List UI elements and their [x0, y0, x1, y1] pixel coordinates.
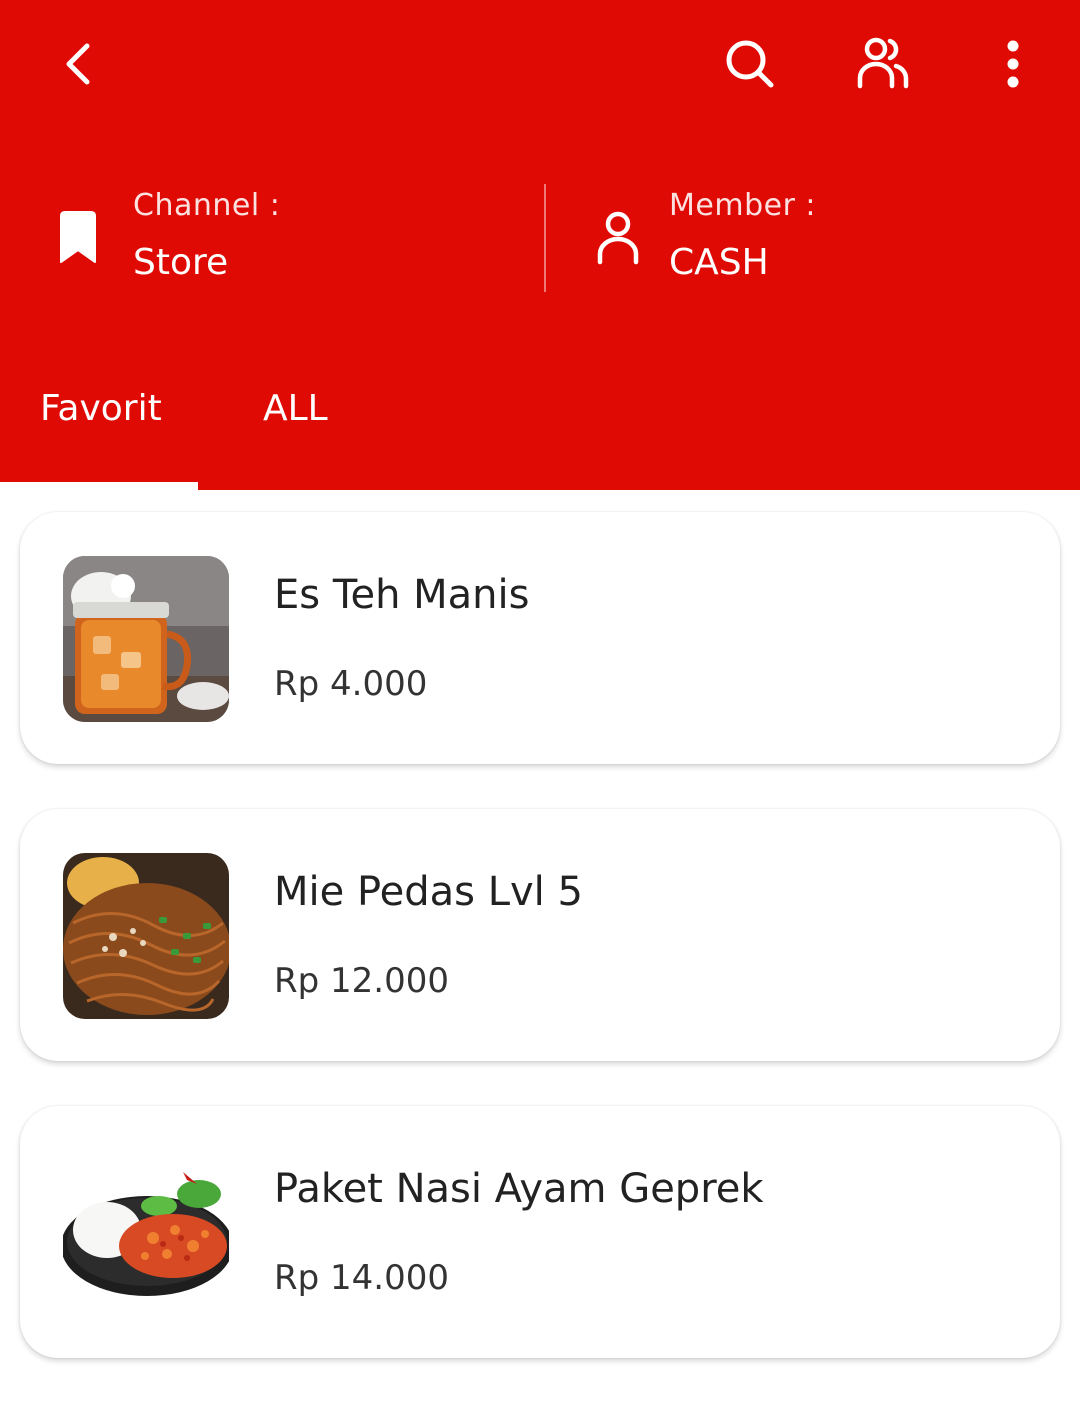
member-selector[interactable]: Member : CASH — [580, 180, 1060, 300]
app-header: Channel : Store Member : CASH Favorit AL… — [0, 0, 1080, 490]
product-card[interactable]: Paket Nasi Ayam Geprek Rp 14.000 — [20, 1106, 1060, 1358]
channel-selector[interactable]: Channel : Store — [40, 180, 540, 300]
members-button[interactable] — [846, 28, 918, 104]
header-divider — [544, 184, 546, 292]
user-icon — [580, 200, 656, 276]
product-price: Rp 4.000 — [274, 664, 428, 704]
tab-favorit[interactable]: Favorit — [40, 388, 162, 429]
bookmark-icon — [40, 200, 116, 276]
tab-all[interactable]: ALL — [263, 388, 328, 429]
channel-value: Store — [133, 242, 229, 283]
member-label: Member : — [669, 188, 817, 223]
users-icon — [852, 34, 912, 98]
product-name: Mie Pedas Lvl 5 — [274, 869, 583, 915]
geprek-chicken-rice-image — [63, 1150, 229, 1316]
chevron-left-icon — [59, 40, 99, 92]
search-button[interactable] — [714, 28, 786, 104]
product-card[interactable]: Es Teh Manis Rp 4.000 — [20, 512, 1060, 764]
more-vertical-icon — [1003, 39, 1023, 93]
channel-label: Channel : — [133, 188, 281, 223]
product-name: Es Teh Manis — [274, 572, 530, 618]
product-price: Rp 14.000 — [274, 1258, 449, 1298]
member-value: CASH — [669, 242, 769, 283]
product-price: Rp 12.000 — [274, 961, 449, 1001]
search-icon — [723, 37, 777, 95]
back-button[interactable] — [44, 28, 114, 104]
product-name: Paket Nasi Ayam Geprek — [274, 1166, 764, 1212]
active-tab-indicator — [0, 482, 198, 490]
more-options-button[interactable] — [980, 28, 1046, 104]
product-card[interactable]: Mie Pedas Lvl 5 Rp 12.000 — [20, 809, 1060, 1061]
spicy-noodles-image — [63, 853, 229, 1019]
iced-tea-image — [63, 556, 229, 722]
